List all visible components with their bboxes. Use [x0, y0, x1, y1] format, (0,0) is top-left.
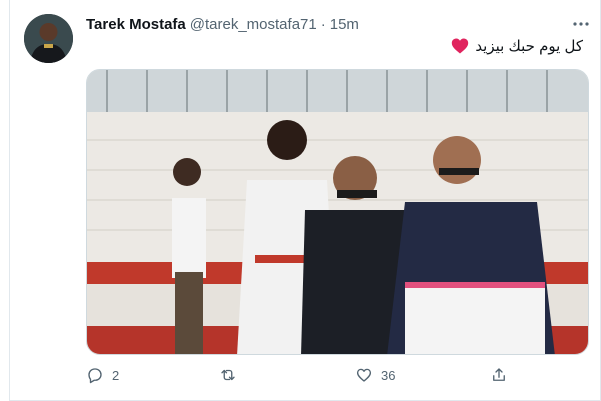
- tweet-text: كل يوم حبك بيزيد: [451, 37, 583, 55]
- author-avatar[interactable]: [24, 14, 73, 63]
- tweet-actions: 2 36: [86, 366, 589, 388]
- share-icon: [493, 368, 505, 381]
- tweet-photo[interactable]: [86, 69, 589, 355]
- retweet-icon: [221, 369, 235, 381]
- share-button[interactable]: [490, 366, 508, 384]
- tweet-text-content: كل يوم حبك بيزيد: [475, 38, 583, 55]
- reply-icon: [88, 368, 102, 384]
- tweet-header: Tarek Mostafa @tarek_mostafa71 · 15m: [86, 16, 359, 33]
- more-horizontal-icon[interactable]: [572, 15, 590, 33]
- heart-icon: [356, 368, 372, 382]
- separator-dot: ·: [320, 16, 326, 33]
- author-name[interactable]: Tarek Mostafa: [86, 16, 186, 33]
- reply-button[interactable]: 2: [86, 366, 119, 384]
- red-heart-emoji: [452, 38, 469, 54]
- like-count: 36: [381, 367, 396, 383]
- like-button[interactable]: 36: [355, 366, 395, 384]
- tweet-timestamp[interactable]: 15m: [330, 16, 359, 33]
- author-handle[interactable]: @tarek_mostafa71: [190, 16, 317, 33]
- retweet-button[interactable]: [219, 366, 237, 384]
- reply-count: 2: [112, 367, 120, 383]
